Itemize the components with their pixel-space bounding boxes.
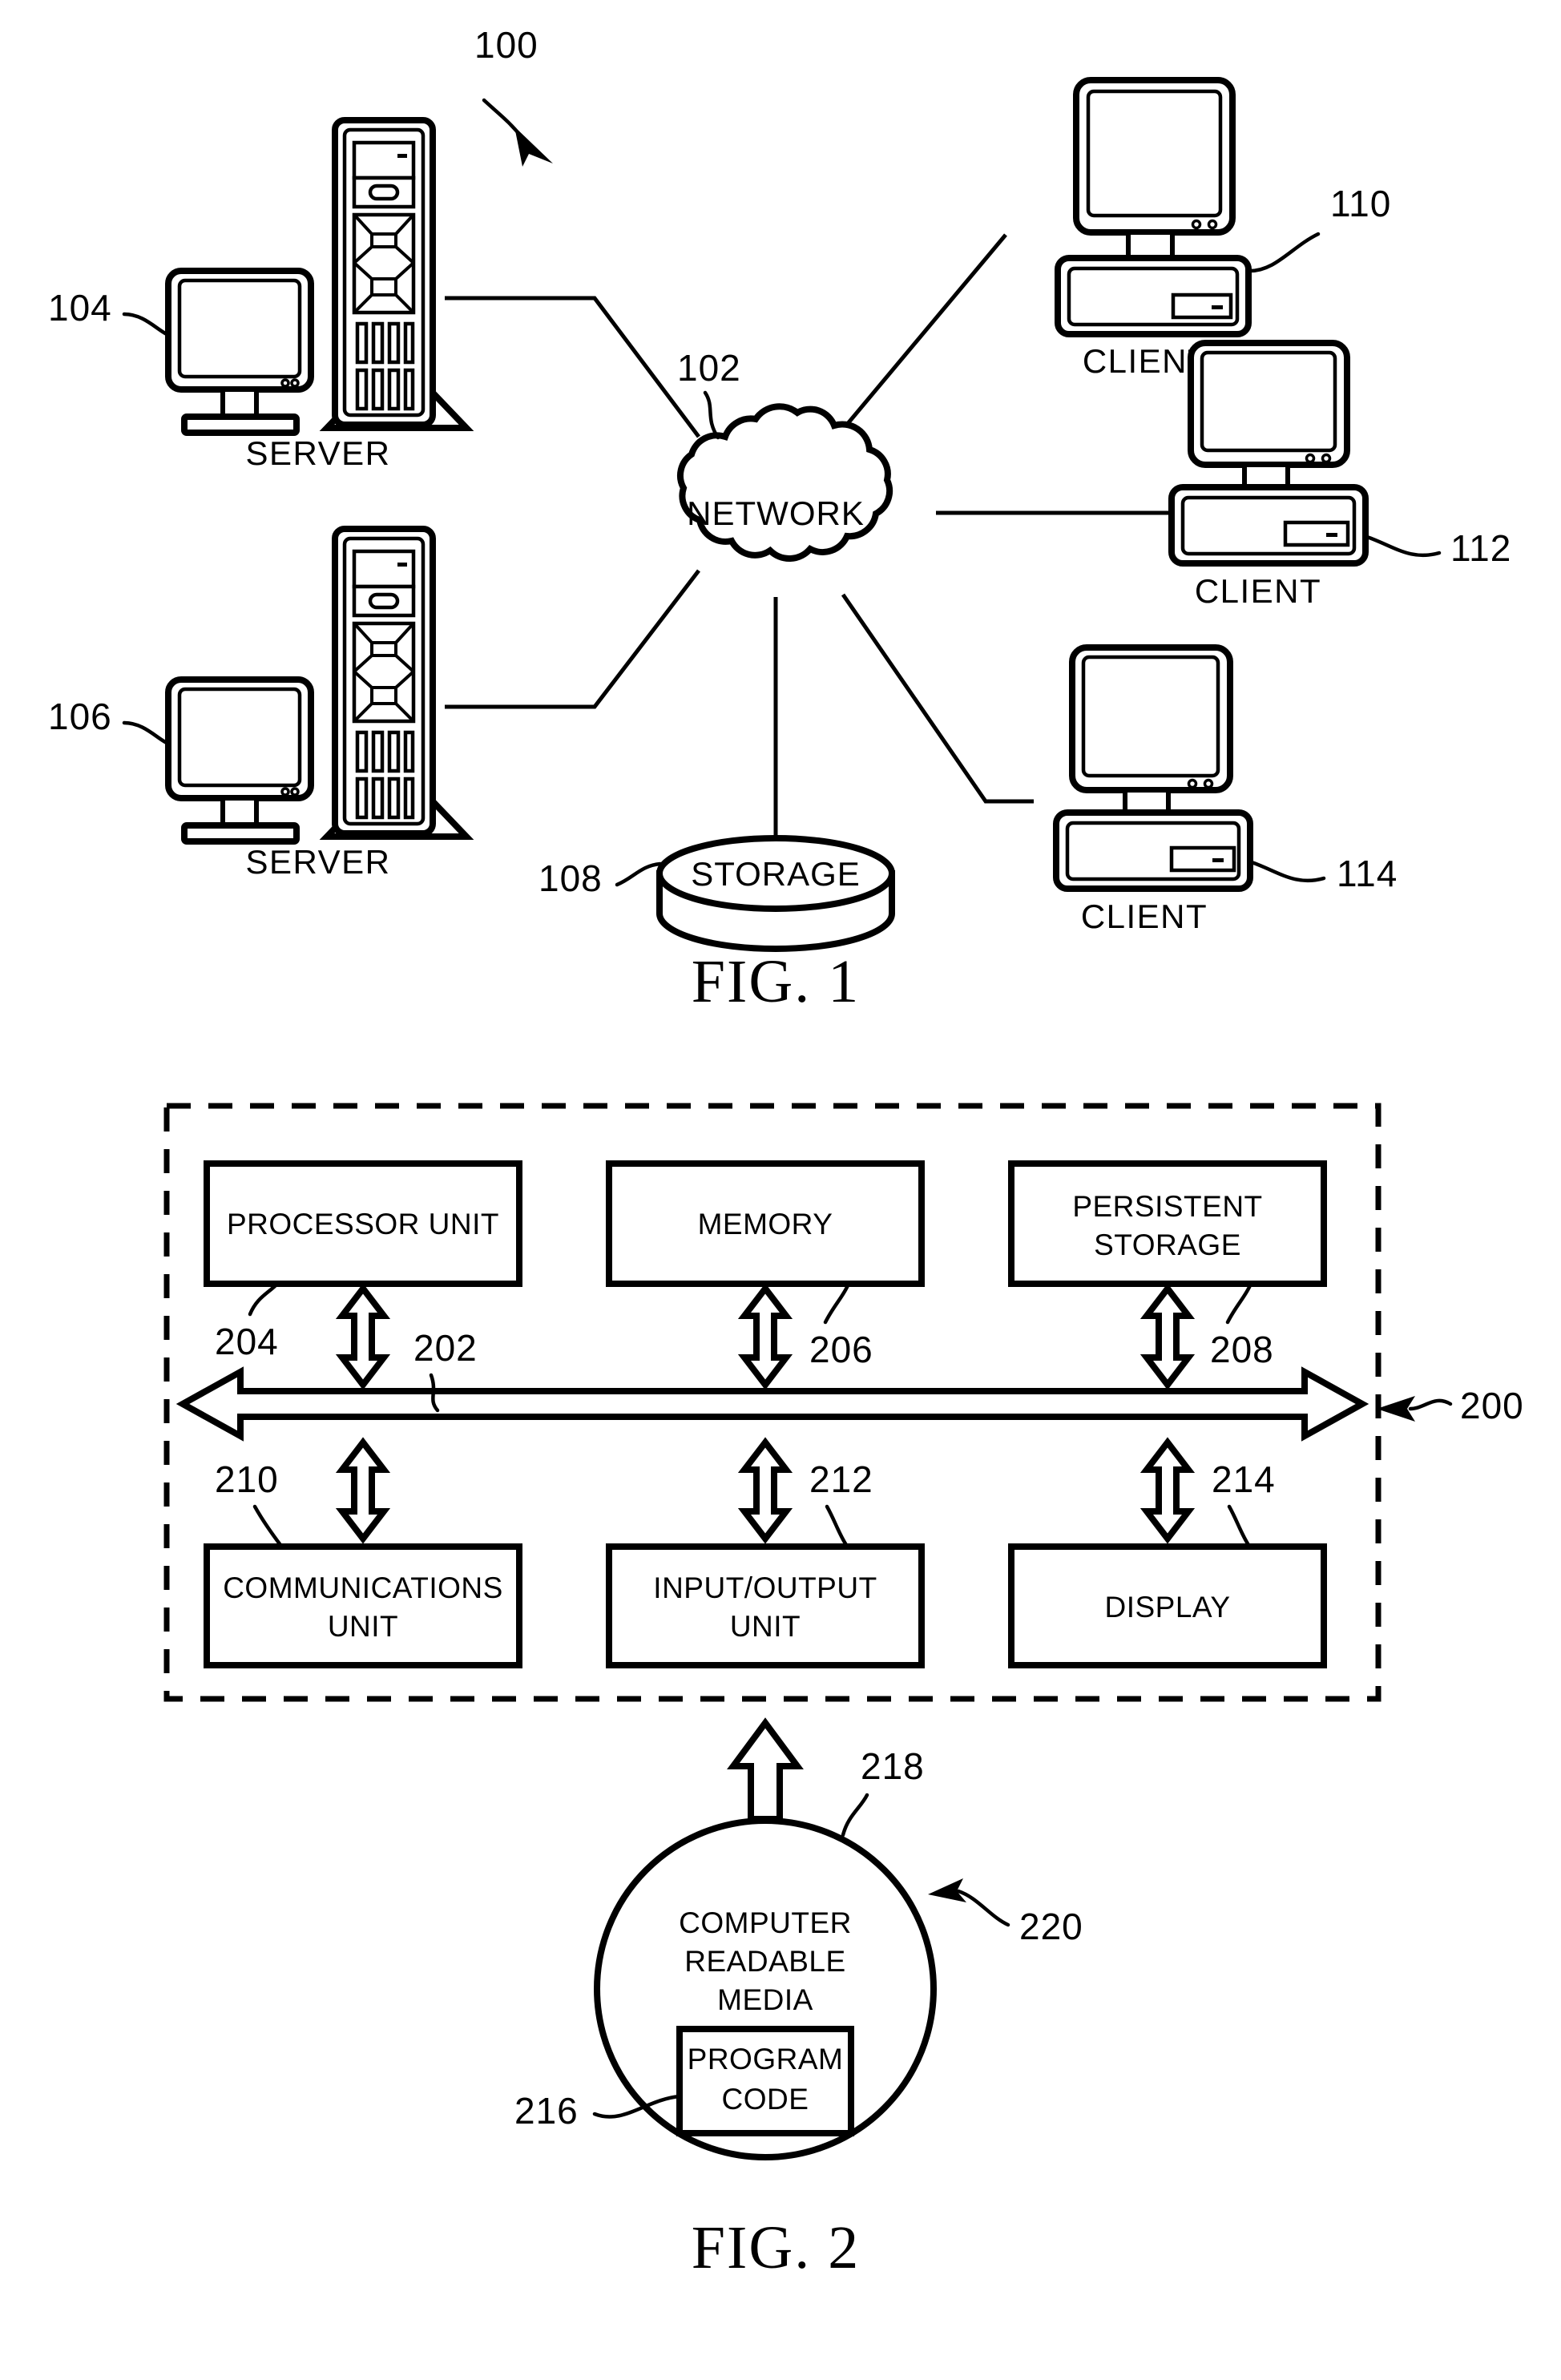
link-server104-network bbox=[445, 296, 700, 438]
client-112-label: CLIENT bbox=[1195, 572, 1321, 610]
client-110: CLIENT 110 bbox=[1055, 77, 1391, 380]
figure-1-caption: FIG. 1 bbox=[692, 948, 860, 1015]
media-label-line3: MEDIA bbox=[717, 1983, 813, 2016]
block-display: DISPLAY 214 bbox=[1008, 1442, 1327, 1668]
link-network-client114 bbox=[841, 593, 1034, 804]
ref-114-leader bbox=[1249, 860, 1326, 883]
block-communications-unit-label-line2: UNIT bbox=[328, 1610, 398, 1643]
ref-110-label: 110 bbox=[1330, 183, 1391, 224]
block-input-output-unit-label-line2: UNIT bbox=[730, 1610, 801, 1643]
ref-204-leader bbox=[248, 1283, 278, 1317]
block-communications-unit-label-line1: COMMUNICATIONS bbox=[223, 1571, 503, 1604]
block-input-output-unit: INPUT/OUTPUT UNIT 212 bbox=[606, 1442, 925, 1668]
ref-102-label: 102 bbox=[677, 347, 741, 389]
program-code-label-line2: CODE bbox=[722, 2083, 809, 2116]
patent-figure-sheet: 100 SERVER 104 SERVER 106 NETWORK 102 ST… bbox=[0, 0, 1561, 2380]
client-114-label: CLIENT bbox=[1081, 898, 1208, 935]
client-114-monitor bbox=[1069, 644, 1233, 793]
client-110-case bbox=[1055, 255, 1252, 337]
arrow-persistent-to-bus bbox=[1147, 1289, 1188, 1385]
server-104-label: SERVER bbox=[246, 434, 391, 472]
ref-114-label: 114 bbox=[1337, 853, 1398, 894]
ref-100-arrowhead bbox=[514, 127, 553, 167]
arrow-bus-to-input-output bbox=[744, 1442, 786, 1539]
ref-216-label: 216 bbox=[514, 2090, 579, 2132]
client-114-case bbox=[1053, 809, 1253, 892]
client-110-monitor bbox=[1073, 77, 1236, 236]
arrow-bus-to-communications bbox=[342, 1442, 384, 1539]
arrow-bus-to-display bbox=[1147, 1442, 1188, 1539]
block-processor-unit-label: PROCESSOR UNIT bbox=[227, 1208, 499, 1240]
ref-102-leader bbox=[703, 390, 720, 440]
figure-1: 100 SERVER 104 SERVER 106 NETWORK 102 ST… bbox=[48, 24, 1511, 1015]
ref-112-label: 112 bbox=[1450, 527, 1511, 569]
ref-108-leader bbox=[615, 861, 663, 887]
ref-100-label: 100 bbox=[474, 24, 538, 66]
arrow-media-to-system bbox=[733, 1723, 797, 1819]
ref-204-label: 204 bbox=[215, 1321, 279, 1362]
ref-112-leader bbox=[1365, 534, 1442, 558]
ref-104-label: 104 bbox=[48, 287, 112, 329]
server-104-tower bbox=[319, 117, 474, 431]
media-label-line2: READABLE bbox=[684, 1945, 845, 1978]
block-communications-unit: COMMUNICATIONS UNIT 210 bbox=[204, 1442, 522, 1668]
ref-218-leader bbox=[841, 1793, 869, 1837]
block-persistent-storage-label-line2: STORAGE bbox=[1094, 1228, 1241, 1261]
server-106-label: SERVER bbox=[246, 843, 391, 881]
ref-106-label: 106 bbox=[48, 696, 112, 737]
ref-206-leader bbox=[823, 1283, 850, 1325]
server-104-monitor bbox=[165, 268, 314, 436]
block-input-output-unit-label-line1: INPUT/OUTPUT bbox=[653, 1571, 877, 1604]
block-persistent-storage-label-line1: PERSISTENT bbox=[1072, 1190, 1262, 1223]
ref-206-label: 206 bbox=[809, 1329, 873, 1370]
ref-200-leader bbox=[1408, 1398, 1453, 1411]
ref-104-leader bbox=[122, 312, 171, 337]
server-104: SERVER 104 bbox=[48, 117, 474, 472]
client-112: CLIENT 112 bbox=[1168, 340, 1511, 610]
network-label: NETWORK bbox=[687, 494, 865, 532]
program-code-box: PROGRAM CODE bbox=[676, 2026, 854, 2136]
figure-2-caption: FIG. 2 bbox=[692, 2214, 860, 2281]
storage-label: STORAGE bbox=[691, 855, 861, 893]
storage-108: STORAGE 108 bbox=[538, 835, 895, 952]
client-112-monitor bbox=[1188, 340, 1350, 468]
block-memory: MEMORY 206 bbox=[606, 1160, 925, 1385]
ref-218-label: 218 bbox=[861, 1745, 925, 1787]
ref-212-label: 212 bbox=[809, 1458, 873, 1500]
ref-220-label: 220 bbox=[1019, 1906, 1083, 1947]
ref-208-leader bbox=[1225, 1283, 1252, 1325]
ref-110-leader bbox=[1248, 232, 1321, 273]
ref-214-label: 214 bbox=[1212, 1458, 1276, 1500]
ref-220-leader bbox=[956, 1889, 1010, 1927]
arrow-memory-to-bus bbox=[744, 1289, 786, 1385]
link-server106-network bbox=[445, 569, 700, 709]
block-display-label: DISPLAY bbox=[1104, 1591, 1230, 1624]
ref-210-leader bbox=[252, 1504, 283, 1547]
link-network-client110 bbox=[840, 233, 1007, 433]
server-106: SERVER 106 bbox=[48, 526, 474, 881]
ref-212-leader bbox=[825, 1504, 849, 1547]
ref-214-leader bbox=[1227, 1504, 1251, 1547]
block-persistent-storage: PERSISTENT STORAGE 208 bbox=[1008, 1160, 1327, 1385]
ref-200-label: 200 bbox=[1460, 1385, 1524, 1426]
server-106-monitor bbox=[165, 676, 314, 845]
arrow-processor-to-bus bbox=[342, 1289, 384, 1385]
media-label-line1: COMPUTER bbox=[679, 1906, 852, 1939]
ref-106-leader bbox=[122, 720, 171, 746]
network-cloud-102: NETWORK 102 bbox=[676, 347, 893, 562]
program-code-label-line1: PROGRAM bbox=[688, 2043, 844, 2075]
fig1-system-ref: 100 bbox=[474, 24, 553, 167]
block-memory-label: MEMORY bbox=[698, 1208, 833, 1240]
figure-2: 202 PROCESSOR UNIT 204 MEMORY 206 PERSIS… bbox=[163, 1103, 1524, 2281]
server-106-tower bbox=[319, 526, 474, 840]
ref-202-label: 202 bbox=[413, 1327, 478, 1369]
ref-210-label: 210 bbox=[215, 1458, 279, 1500]
ref-108-label: 108 bbox=[538, 857, 603, 899]
ref-208-label: 208 bbox=[1210, 1329, 1274, 1370]
computer-readable-media-218: COMPUTER READABLE MEDIA 218 PROGRAM CODE… bbox=[514, 1745, 1083, 2160]
client-114: CLIENT 114 bbox=[1053, 644, 1398, 935]
client-112-case bbox=[1168, 484, 1369, 567]
fig2-system-ref: 200 bbox=[1377, 1385, 1524, 1426]
